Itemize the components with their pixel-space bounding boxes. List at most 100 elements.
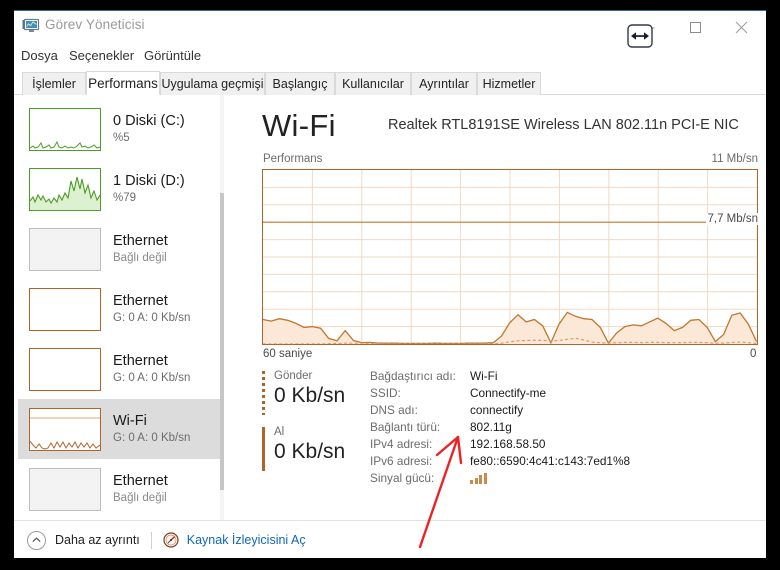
- detail-value: 192.168.58.50: [470, 436, 546, 451]
- sidebar-item-title: Ethernet: [113, 293, 168, 310]
- graph-axis-left-label: 60 saniye: [263, 348, 313, 360]
- maximize-button[interactable]: [672, 12, 718, 42]
- tab-uygulama-gecmisi[interactable]: Uygulama geçmişi: [160, 72, 265, 95]
- sidebar-labels: Ethernet G: 0 A: 0 Kb/sn: [113, 293, 190, 324]
- detail-row-connection-type: Bağlantı türü: 802.11g: [370, 418, 760, 435]
- detail-value: [470, 472, 487, 484]
- sidebar-item-wifi[interactable]: Wi-Fi G: 0 A: 0 Kb/sn: [18, 399, 220, 459]
- adapter-details: Bağdaştırıcı adı: Wi-Fi SSID: Connectify…: [370, 367, 760, 486]
- stat-receive-value: 0 Kb/sn: [274, 440, 346, 463]
- detail-key: IPv4 adresi:: [370, 436, 433, 451]
- sidebar-item-sub: G: 0 A: 0 Kb/sn: [113, 371, 191, 384]
- sidebar-item-sub: %5: [113, 131, 130, 144]
- thumbnail-disk-1: [29, 167, 101, 211]
- stat-receive: Al 0 Kb/sn: [262, 425, 346, 471]
- sidebar-labels: Ethernet Bağlı değil: [113, 473, 168, 504]
- detail-row-ssid: SSID: Connectify-me: [370, 384, 760, 401]
- sidebar-labels: 0 Diski (C:) %5: [113, 113, 185, 144]
- graph-reference-label: 7,7 Mb/sn: [705, 213, 760, 225]
- stat-send: Gönder 0 Kb/sn: [262, 369, 345, 415]
- detail-key: Bağlantı türü:: [370, 419, 441, 434]
- thumbnail-ethernet-4: [29, 467, 101, 511]
- sidebar-labels: Wi-Fi G: 0 A: 0 Kb/sn: [113, 413, 190, 444]
- title-bar: Görev Yöneticisi: [14, 11, 766, 48]
- tab-performans[interactable]: Performans: [86, 71, 160, 95]
- tab-strip: İşlemler Performans Uygulama geçmişi Baş…: [14, 71, 766, 95]
- detail-value: 802.11g: [470, 419, 512, 434]
- thumbnail-disk-0: [29, 107, 101, 151]
- thumbnail-ethernet-3: [29, 347, 101, 391]
- graph-axis-right-label: 0: [750, 348, 757, 360]
- sidebar-item-sub: Bağlı değil: [113, 251, 167, 264]
- resource-monitor-link[interactable]: Kaynak İzleyicisini Aç: [187, 533, 306, 547]
- resource-sidebar[interactable]: 0 Diski (C:) %5 1 Diski (D:) %79 Etherne…: [14, 95, 224, 520]
- detail-row-adapter-name: Bağdaştırıcı adı: Wi-Fi: [370, 367, 760, 384]
- tab-kullanicilar[interactable]: Kullanıcılar: [335, 72, 411, 95]
- sidebar-scrollbar-thumb[interactable]: [220, 193, 224, 490]
- detail-key: DNS adı:: [370, 402, 418, 417]
- task-manager-icon: [22, 18, 40, 34]
- desktop-backdrop: Görev Yöneticisi Dosya Seçenekler Görünt…: [0, 0, 780, 570]
- detail-value: Wi-Fi: [470, 368, 498, 383]
- detail-row-signal-strength: Sinyal gücü:: [370, 469, 760, 486]
- graph-max-label: 11 Mb/sn: [711, 153, 758, 165]
- task-manager-window: Görev Yöneticisi Dosya Seçenekler Görünt…: [14, 10, 766, 558]
- menu-item-dosya[interactable]: Dosya: [21, 48, 58, 63]
- content-area: 0 Diski (C:) %5 1 Diski (D:) %79 Etherne…: [14, 95, 766, 520]
- device-name: Realtek RTL8191SE Wireless LAN 802.11n P…: [388, 117, 739, 133]
- sidebar-labels: Ethernet G: 0 A: 0 Kb/sn: [113, 353, 190, 384]
- maximize-icon: [689, 21, 701, 33]
- detail-value: connectify: [470, 402, 524, 417]
- detail-key: IPv6 adresi:: [370, 453, 433, 468]
- detail-row-dns-name: DNS adı: connectify: [370, 401, 760, 418]
- minimize-icon: [644, 27, 654, 28]
- sidebar-item-title: Ethernet: [113, 473, 168, 490]
- sidebar-item-sub: %79: [113, 191, 137, 204]
- sidebar-item-ethernet-4[interactable]: Ethernet Bağlı değil: [18, 459, 220, 519]
- menu-bar: Dosya Seçenekler Görüntüle: [14, 48, 766, 70]
- sidebar-item-title: Wi-Fi: [113, 413, 147, 430]
- window-title: Görev Yöneticisi: [45, 17, 145, 32]
- sidebar-item-sub: G: 0 A: 0 Kb/sn: [113, 431, 191, 444]
- page-title: Wi-Fi: [262, 108, 336, 143]
- menu-item-goruntule[interactable]: Görüntüle: [144, 48, 201, 63]
- thumbnail-ethernet-2: [29, 287, 101, 331]
- detail-row-ipv4: IPv4 adresi: 192.168.58.50: [370, 435, 760, 452]
- sidebar-labels: 1 Diski (D:) %79: [113, 173, 185, 204]
- sidebar-item-ethernet-3[interactable]: Ethernet G: 0 A: 0 Kb/sn: [18, 339, 220, 399]
- close-button[interactable]: [718, 12, 764, 42]
- detail-key: Sinyal gücü:: [370, 470, 435, 485]
- detail-value: fe80::6590:4c41:c143:7ed1%8: [470, 453, 631, 468]
- graph-caption: Performans: [263, 153, 323, 165]
- less-detail-button[interactable]: Daha az ayrıntı: [55, 533, 140, 547]
- sidebar-item-sub: G: 0 A: 0 Kb/sn: [113, 311, 191, 324]
- sidebar-item-title: 0 Diski (C:): [113, 113, 185, 130]
- tab-ayrintilar[interactable]: Ayrıntılar: [411, 72, 477, 95]
- scroll-up-arrow-icon[interactable]: ⌃: [220, 95, 224, 111]
- tab-hizmetler[interactable]: Hizmetler: [477, 72, 541, 95]
- throughput-graph-svg: [263, 170, 757, 344]
- chevron-up-circle-icon[interactable]: [27, 530, 46, 550]
- graph-grid: [263, 170, 757, 344]
- detail-value: Connectify-me: [470, 385, 547, 400]
- throughput-graph[interactable]: [262, 169, 758, 345]
- sidebar-item-disk-0[interactable]: 0 Diski (C:) %5: [18, 99, 220, 159]
- stat-receive-marker: [262, 427, 265, 471]
- detail-key: SSID:: [370, 385, 401, 400]
- tab-baslangic[interactable]: Başlangıç: [265, 72, 335, 95]
- sidebar-item-title: Ethernet: [113, 233, 168, 250]
- thumbnail-ethernet-1: [29, 227, 101, 271]
- sidebar-item-disk-1[interactable]: 1 Diski (D:) %79: [18, 159, 220, 219]
- stat-send-label: Gönder: [274, 370, 313, 382]
- tab-islemler[interactable]: İşlemler: [22, 72, 86, 95]
- stat-receive-label: Al: [274, 426, 285, 438]
- detail-row-ipv6: IPv6 adresi: fe80::6590:4c41:c143:7ed1%8: [370, 452, 760, 469]
- scroll-down-arrow-icon[interactable]: ⌄: [220, 504, 224, 520]
- close-icon: [735, 21, 747, 33]
- sidebar-item-ethernet-1[interactable]: Ethernet Bağlı değil: [18, 219, 220, 279]
- sidebar-item-ethernet-2[interactable]: Ethernet G: 0 A: 0 Kb/sn: [18, 279, 220, 339]
- menu-item-secenekler[interactable]: Seçenekler: [69, 48, 134, 63]
- minimize-button[interactable]: [626, 12, 672, 42]
- resource-monitor-icon[interactable]: [163, 532, 179, 548]
- sidebar-item-title: Ethernet: [113, 353, 168, 370]
